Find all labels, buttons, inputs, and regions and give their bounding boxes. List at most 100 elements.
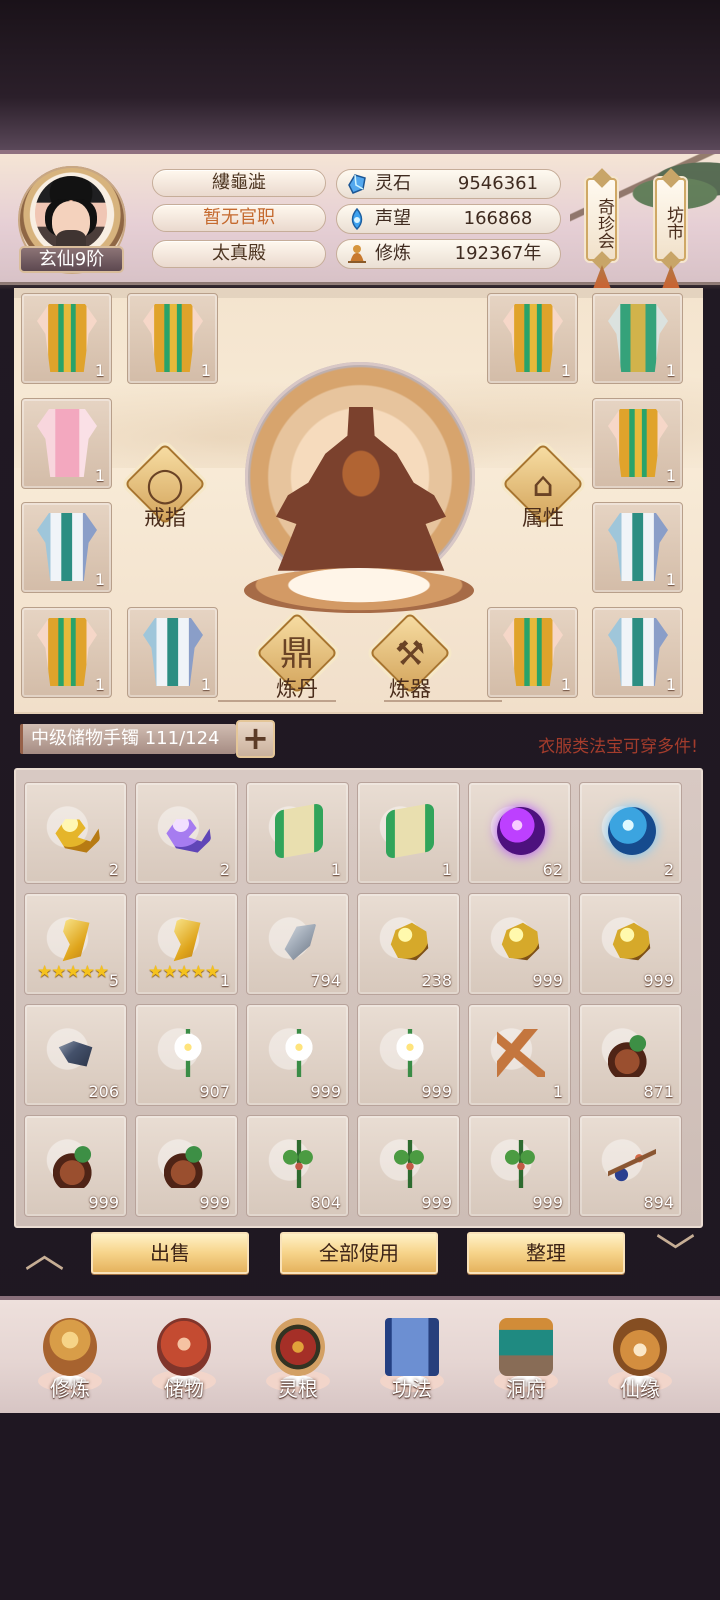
- equipment-slot[interactable]: 1: [127, 607, 218, 698]
- blue-robe-icon: [608, 513, 668, 581]
- equipment-count: 1: [665, 361, 676, 380]
- equipment-slot[interactable]: 1: [21, 293, 112, 384]
- inventory-item[interactable]: ★★★★★ 5: [24, 893, 127, 995]
- storage-nav-icon: [157, 1318, 211, 1376]
- equipment-slot[interactable]: 1: [592, 607, 683, 698]
- equipment-count: 1: [560, 361, 571, 380]
- equipment-slot[interactable]: 1: [21, 398, 112, 489]
- equipment-count: 1: [200, 361, 211, 380]
- item-count: 804: [310, 1193, 341, 1212]
- inventory-item[interactable]: 2: [135, 782, 238, 884]
- item-count: 206: [88, 1082, 119, 1101]
- gold-robe-icon: [143, 304, 203, 372]
- inventory-item[interactable]: 794: [246, 893, 349, 995]
- cave-house-nav-icon: [499, 1318, 553, 1376]
- equipment-slot[interactable]: 1: [127, 293, 218, 384]
- ring-icon: ◯: [145, 465, 185, 505]
- bag-header: 中级储物手镯 111/124 + 衣服类法宝可穿多件!: [20, 718, 703, 766]
- nav-cave-house[interactable]: 洞府: [478, 1318, 574, 1412]
- skill-book-nav-icon: [385, 1318, 439, 1376]
- inventory-item[interactable]: 999: [468, 893, 571, 995]
- purple-swirl-icon: [166, 819, 212, 853]
- nav-cave-house-label: 洞府: [506, 1377, 546, 1401]
- equipment-slot[interactable]: 1: [21, 607, 112, 698]
- player-rank-label: 玄仙9阶: [19, 246, 124, 273]
- market-tab[interactable]: 坊市: [655, 178, 686, 261]
- inventory-item[interactable]: 907: [135, 1004, 238, 1106]
- reputation-label: 声望: [375, 208, 411, 229]
- equipment-slot[interactable]: 1: [592, 502, 683, 593]
- five-star-rating: ★★★★★: [37, 962, 109, 982]
- right-ornament-line: [384, 700, 502, 702]
- equipment-slot[interactable]: 1: [21, 502, 112, 593]
- inventory-item[interactable]: 1: [357, 782, 460, 884]
- scroll-up-arrow-icon[interactable]: ︿: [17, 1234, 72, 1274]
- scroll-down-arrow-icon[interactable]: ﹀: [648, 1234, 703, 1274]
- attribute-label: 属性: [522, 506, 564, 530]
- item-count: 1: [441, 860, 452, 879]
- nav-spirit-root[interactable]: 灵根: [250, 1318, 346, 1412]
- nav-spirit-root-label: 灵根: [278, 1377, 318, 1401]
- five-star-rating: ★★★★★: [148, 962, 220, 982]
- inventory-item[interactable]: 804: [246, 1115, 349, 1217]
- inventory-item[interactable]: 999: [579, 893, 682, 995]
- inventory-item[interactable]: 999: [357, 1004, 460, 1106]
- treasure-auction-tab[interactable]: 奇珍会: [586, 178, 617, 261]
- gold-ore-icon: [612, 922, 651, 961]
- equipment-slot[interactable]: 1: [592, 293, 683, 384]
- inventory-item[interactable]: 2: [24, 782, 127, 884]
- white-flower-icon: [275, 1029, 323, 1077]
- gold-scroll-icon: [62, 918, 90, 962]
- armor-robe-icon: [608, 304, 668, 372]
- equipment-count: 1: [94, 466, 105, 485]
- sort-button[interactable]: 整理: [467, 1232, 625, 1274]
- inventory-item[interactable]: 999: [246, 1004, 349, 1106]
- inventory-item[interactable]: 238: [357, 893, 460, 995]
- blue-robe-icon: [608, 618, 668, 686]
- forge-label: 炼器: [389, 677, 431, 701]
- nav-skill[interactable]: 功法: [364, 1318, 460, 1412]
- cultivation-nav-icon: [43, 1318, 97, 1376]
- inventory-item[interactable]: 999: [357, 1115, 460, 1217]
- inventory-item[interactable]: 999: [468, 1115, 571, 1217]
- expand-bag-button[interactable]: +: [236, 720, 275, 758]
- inventory-item[interactable]: 1: [246, 782, 349, 884]
- inventory-item[interactable]: 206: [24, 1004, 127, 1106]
- player-avatar[interactable]: [35, 176, 107, 251]
- bag-name-capacity: 中级储物手镯 111/124: [20, 724, 236, 754]
- item-count: 2: [219, 860, 230, 879]
- inventory-item[interactable]: 999: [24, 1115, 127, 1217]
- nav-cultivation-label: 修炼: [50, 1377, 90, 1401]
- player-official-title: 暂无官职: [152, 204, 326, 232]
- item-count: 1: [552, 1082, 563, 1101]
- equipment-slot[interactable]: 1: [487, 293, 578, 384]
- blue-orb-icon: [608, 807, 656, 855]
- equipment-slot[interactable]: 1: [487, 607, 578, 698]
- inventory-item[interactable]: 871: [579, 1004, 682, 1106]
- immortal-fate-nav-icon: [613, 1318, 667, 1376]
- equipment-slot[interactable]: 1: [592, 398, 683, 489]
- nav-immortal-fate[interactable]: 仙缘: [592, 1318, 688, 1412]
- equipment-count: 1: [94, 570, 105, 589]
- herb-icon: [386, 1140, 434, 1188]
- inventory-item[interactable]: 2: [579, 782, 682, 884]
- inventory-item[interactable]: 62: [468, 782, 571, 884]
- equipment-count: 1: [94, 361, 105, 380]
- item-count: 1: [219, 971, 230, 990]
- inventory-item[interactable]: 999: [135, 1115, 238, 1217]
- use-all-button[interactable]: 全部使用: [280, 1232, 438, 1274]
- purple-orb-icon: [497, 807, 545, 855]
- nav-cultivation[interactable]: 修炼: [22, 1318, 118, 1412]
- inventory-item[interactable]: 1: [468, 1004, 571, 1106]
- seed-leaf-icon: [608, 1029, 656, 1077]
- nav-storage[interactable]: 储物: [136, 1318, 232, 1412]
- item-count: 999: [532, 1193, 563, 1212]
- inventory-item[interactable]: 894: [579, 1115, 682, 1217]
- herb-icon: [497, 1140, 545, 1188]
- cultivation-resource: 修炼 192367年: [336, 239, 561, 269]
- inventory-item[interactable]: ★★★★★ 1: [135, 893, 238, 995]
- player-sect-name: 太真殿: [152, 240, 326, 268]
- sell-button[interactable]: 出售: [91, 1232, 249, 1274]
- gold-scroll-icon: [173, 918, 201, 962]
- item-count: 894: [643, 1193, 674, 1212]
